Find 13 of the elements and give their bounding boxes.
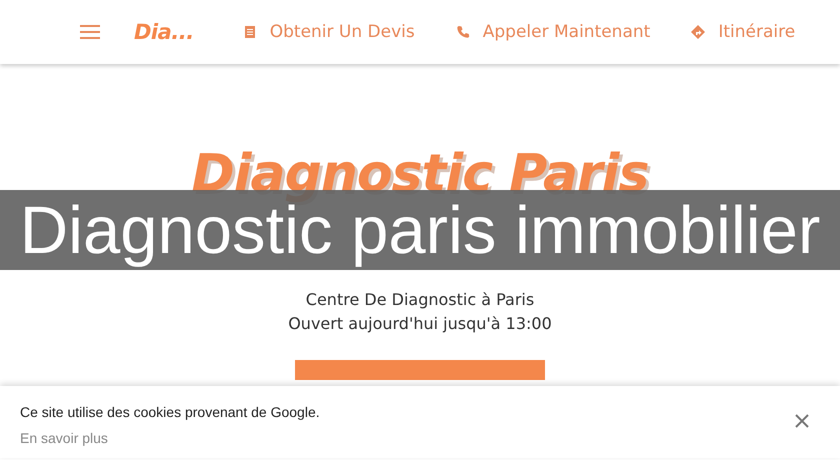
close-icon[interactable] [794, 413, 810, 429]
nav-link[interactable]: Itinéraire [690, 22, 796, 42]
hero-subtitle: Centre De Diagnostic à Paris [306, 289, 534, 311]
phone-icon [454, 24, 471, 40]
brand-logo[interactable]: Dia... [134, 20, 194, 44]
cookie-message: Ce site utilise des cookies provenant de Google. [20, 404, 320, 420]
nav-link[interactable]: Obtenir Un Devis [242, 22, 415, 42]
diamond-arrow-icon [690, 24, 706, 40]
menu-icon[interactable] [80, 25, 100, 39]
opening-hours: Ouvert aujourd'hui jusqu'à 13:00 [288, 313, 552, 335]
learn-more-link[interactable]: En savoir plus [20, 430, 108, 446]
caption-banner: Diagnostic paris immobilier [0, 190, 840, 270]
nav-link[interactable]: Appeler Maintenant [454, 22, 650, 42]
